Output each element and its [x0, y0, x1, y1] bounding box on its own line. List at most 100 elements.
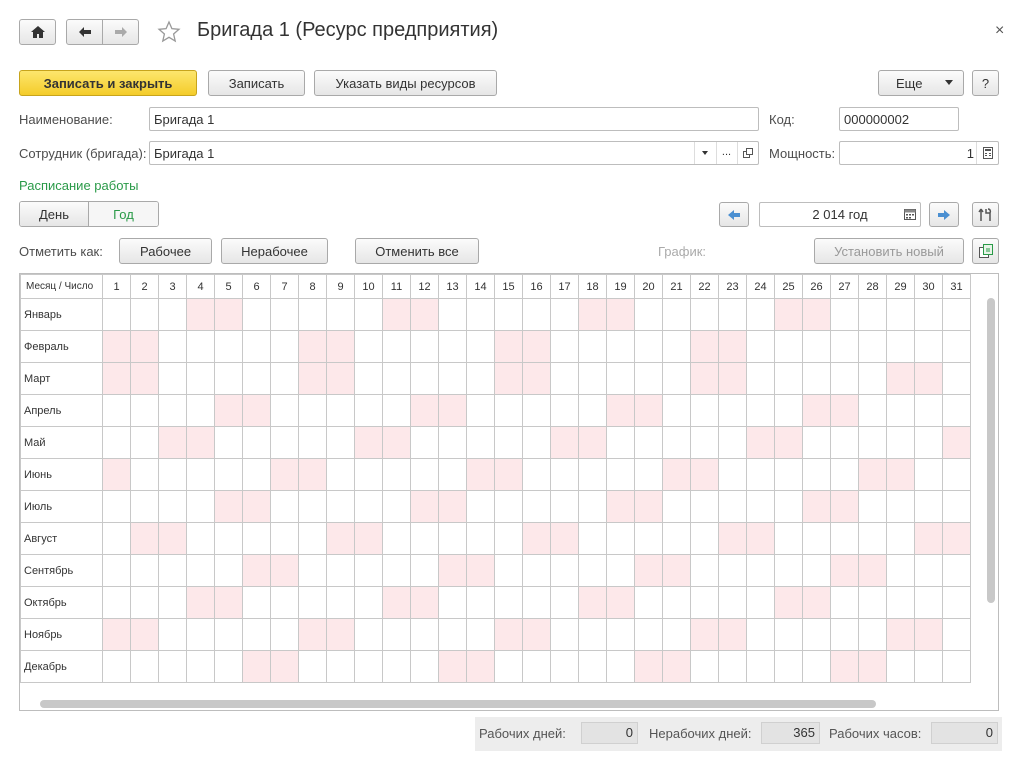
day-cell[interactable]	[606, 618, 635, 651]
day-cell[interactable]	[690, 490, 719, 523]
day-cell[interactable]	[830, 394, 859, 427]
day-cell[interactable]	[270, 330, 299, 363]
day-cell[interactable]	[746, 298, 775, 331]
day-cell[interactable]	[354, 330, 383, 363]
day-cell[interactable]	[214, 426, 243, 459]
day-cell[interactable]	[550, 426, 579, 459]
day-cell[interactable]	[718, 522, 747, 555]
day-cell[interactable]	[158, 298, 187, 331]
day-cell[interactable]	[270, 394, 299, 427]
day-cell[interactable]	[802, 650, 831, 683]
day-cell[interactable]	[102, 330, 131, 363]
day-cell[interactable]	[578, 330, 607, 363]
day-cell[interactable]	[606, 522, 635, 555]
day-cell[interactable]	[382, 426, 411, 459]
day-cell[interactable]	[830, 618, 859, 651]
day-cell[interactable]	[326, 362, 355, 395]
day-cell[interactable]	[690, 522, 719, 555]
day-cell[interactable]	[186, 650, 215, 683]
day-cell[interactable]	[242, 426, 271, 459]
day-cell[interactable]	[326, 330, 355, 363]
day-cell[interactable]	[550, 458, 579, 491]
day-cell[interactable]	[158, 426, 187, 459]
day-cell[interactable]	[774, 330, 803, 363]
day-cell[interactable]	[270, 650, 299, 683]
day-cell[interactable]	[886, 362, 915, 395]
day-cell[interactable]	[914, 618, 943, 651]
day-cell[interactable]	[354, 522, 383, 555]
day-cell[interactable]	[746, 522, 775, 555]
day-cell[interactable]	[550, 650, 579, 683]
vertical-scrollbar[interactable]	[985, 296, 997, 696]
day-cell[interactable]	[438, 490, 467, 523]
day-cell[interactable]	[886, 618, 915, 651]
day-cell[interactable]	[186, 554, 215, 587]
day-cell[interactable]	[634, 490, 663, 523]
day-cell[interactable]	[550, 394, 579, 427]
day-cell[interactable]	[242, 298, 271, 331]
day-cell[interactable]	[830, 298, 859, 331]
day-cell[interactable]	[802, 554, 831, 587]
day-cell[interactable]	[270, 458, 299, 491]
day-cell[interactable]	[606, 554, 635, 587]
copy-schedule-button[interactable]	[972, 238, 999, 264]
day-cell[interactable]	[886, 490, 915, 523]
day-cell[interactable]	[326, 426, 355, 459]
day-cell[interactable]	[802, 394, 831, 427]
day-cell[interactable]	[466, 586, 495, 619]
day-cell[interactable]	[606, 426, 635, 459]
day-cell[interactable]	[494, 586, 523, 619]
day-cell[interactable]	[438, 426, 467, 459]
day-cell[interactable]	[886, 554, 915, 587]
day-cell[interactable]	[130, 426, 159, 459]
day-cell[interactable]	[298, 586, 327, 619]
day-cell[interactable]	[886, 650, 915, 683]
day-cell[interactable]	[662, 618, 691, 651]
day-cell[interactable]	[606, 650, 635, 683]
day-cell[interactable]	[410, 394, 439, 427]
day-cell[interactable]	[326, 298, 355, 331]
day-cell[interactable]	[802, 490, 831, 523]
day-cell[interactable]	[354, 394, 383, 427]
day-cell[interactable]	[606, 490, 635, 523]
day-cell[interactable]	[438, 330, 467, 363]
dropdown-icon[interactable]	[694, 142, 714, 164]
day-cell[interactable]	[774, 458, 803, 491]
day-cell[interactable]	[298, 554, 327, 587]
day-cell[interactable]	[354, 362, 383, 395]
name-field[interactable]: Бригада 1	[149, 107, 759, 131]
day-cell[interactable]	[214, 586, 243, 619]
day-cell[interactable]	[662, 394, 691, 427]
day-cell[interactable]	[270, 554, 299, 587]
day-cell[interactable]	[214, 522, 243, 555]
day-cell[interactable]	[578, 362, 607, 395]
day-cell[interactable]	[774, 394, 803, 427]
day-cell[interactable]	[746, 394, 775, 427]
close-icon[interactable]: ×	[995, 22, 1004, 40]
day-cell[interactable]	[494, 522, 523, 555]
day-cell[interactable]	[634, 362, 663, 395]
favorite-star-icon[interactable]	[157, 20, 181, 47]
day-cell[interactable]	[270, 522, 299, 555]
set-new-button[interactable]: Установить новый	[814, 238, 964, 264]
day-cell[interactable]	[326, 586, 355, 619]
day-cell[interactable]	[158, 650, 187, 683]
day-cell[interactable]	[522, 618, 551, 651]
day-cell[interactable]	[130, 618, 159, 651]
mark-nonworking-button[interactable]: Нерабочее	[221, 238, 328, 264]
day-cell[interactable]	[354, 618, 383, 651]
day-cell[interactable]	[802, 618, 831, 651]
day-cell[interactable]	[606, 458, 635, 491]
day-cell[interactable]	[158, 458, 187, 491]
day-cell[interactable]	[858, 426, 887, 459]
day-cell[interactable]	[550, 586, 579, 619]
save-and-close-button[interactable]: Записать и закрыть	[19, 70, 197, 96]
day-cell[interactable]	[718, 330, 747, 363]
day-cell[interactable]	[662, 362, 691, 395]
forward-button[interactable]	[102, 19, 139, 45]
day-cell[interactable]	[298, 522, 327, 555]
day-cell[interactable]	[102, 458, 131, 491]
calendar-icon[interactable]	[904, 208, 916, 223]
day-cell[interactable]	[746, 554, 775, 587]
day-cell[interactable]	[466, 554, 495, 587]
